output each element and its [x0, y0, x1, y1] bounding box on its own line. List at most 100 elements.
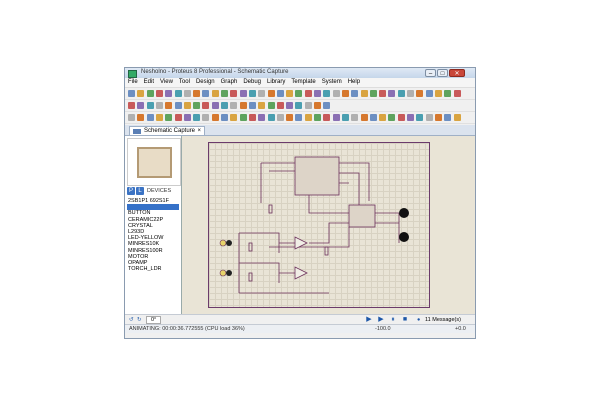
toolbar-tool-icon[interactable]	[286, 114, 294, 121]
toolbar-tool-icon[interactable]	[453, 90, 461, 97]
minimize-button[interactable]: –	[425, 69, 436, 77]
toolbar-tool-icon[interactable]	[155, 114, 163, 121]
maximize-button[interactable]: □	[437, 69, 448, 77]
toolbar-tool-icon[interactable]	[369, 90, 377, 97]
toolbar-tool-icon[interactable]	[165, 114, 173, 121]
toolbar-tool-icon[interactable]	[397, 114, 405, 121]
toolbar-tool-icon[interactable]	[221, 90, 228, 97]
device-list-item[interactable]: TORCH_LDR	[127, 266, 179, 272]
toolbar-tool-icon[interactable]	[183, 90, 191, 97]
toolbar-tool-icon[interactable]	[155, 90, 163, 97]
schematic-canvas[interactable]	[182, 136, 475, 314]
toolbar-tool-icon[interactable]	[155, 102, 163, 109]
toolbar-tool-icon[interactable]	[314, 90, 321, 97]
toolbar-tool-icon[interactable]	[286, 102, 294, 109]
toolbar-tool-icon[interactable]	[304, 102, 312, 109]
pick-devices-button[interactable]: P	[127, 187, 135, 195]
toolbar-tool-icon[interactable]	[323, 90, 331, 97]
rotate-cw-icon[interactable]: ↻	[137, 317, 142, 323]
toolbar-tool-icon[interactable]	[221, 102, 228, 109]
toolbar-tool-icon[interactable]	[202, 102, 210, 109]
toolbar-tool-icon[interactable]	[183, 102, 191, 109]
toolbar-tool-icon[interactable]	[128, 90, 135, 97]
toolbar-tool-icon[interactable]	[341, 90, 349, 97]
overview-preview[interactable]	[127, 138, 181, 186]
toolbar-tool-icon[interactable]	[286, 90, 294, 97]
toolbar-tool-icon[interactable]	[174, 102, 182, 109]
toolbar-tool-icon[interactable]	[295, 114, 303, 121]
toolbar-tool-icon[interactable]	[165, 90, 173, 97]
toolbar-tool-icon[interactable]	[183, 114, 191, 121]
toolbar-tool-icon[interactable]	[416, 90, 424, 97]
toolbar-tool-icon[interactable]	[193, 102, 201, 109]
toolbar-tool-icon[interactable]	[323, 114, 331, 121]
rotation-input[interactable]: 0°	[146, 316, 162, 324]
toolbar-tool-icon[interactable]	[202, 90, 210, 97]
toolbar-tool-icon[interactable]	[211, 114, 219, 121]
toolbar-tool-icon[interactable]	[230, 90, 238, 97]
toolbar-tool-icon[interactable]	[276, 102, 284, 109]
toolbar-tool-icon[interactable]	[239, 102, 247, 109]
toolbar-tool-icon[interactable]	[295, 102, 303, 109]
toolbar-tool-icon[interactable]	[444, 90, 452, 97]
toolbar-tool-icon[interactable]	[239, 114, 247, 121]
toolbar-tool-icon[interactable]	[267, 90, 275, 97]
toolbar-tool-icon[interactable]	[341, 114, 349, 121]
toolbar-tool-icon[interactable]	[239, 90, 247, 97]
toolbar-tool-icon[interactable]	[267, 114, 275, 121]
menu-debug[interactable]: Debug	[240, 78, 264, 87]
menu-edit[interactable]: Edit	[141, 78, 157, 87]
menu-view[interactable]: View	[157, 78, 176, 87]
toolbar-tool-icon[interactable]	[248, 114, 256, 121]
toolbar-tool-icon[interactable]	[211, 102, 219, 109]
toolbar-tool-icon[interactable]	[258, 90, 266, 97]
toolbar-tool-icon[interactable]	[351, 90, 359, 97]
sim-pause-button[interactable]: ⏸	[389, 316, 397, 324]
toolbar-tool-icon[interactable]	[407, 114, 414, 121]
sim-play-button[interactable]: ▶	[365, 316, 373, 324]
menu-graph[interactable]: Graph	[218, 78, 241, 87]
toolbar-tool-icon[interactable]	[146, 102, 154, 109]
toolbar-tool-icon[interactable]	[174, 90, 182, 97]
toolbar-tool-icon[interactable]	[360, 114, 368, 121]
toolbar-tool-icon[interactable]	[314, 114, 321, 121]
toolbar-tool-icon[interactable]	[146, 90, 154, 97]
toolbar-tool-icon[interactable]	[258, 102, 266, 109]
tab-close-icon[interactable]: ×	[197, 128, 201, 134]
toolbar-tool-icon[interactable]	[407, 90, 414, 97]
toolbar-tool-icon[interactable]	[193, 114, 201, 121]
toolbar-tool-icon[interactable]	[434, 114, 442, 121]
toolbar-tool-icon[interactable]	[276, 90, 284, 97]
toolbar-tool-icon[interactable]	[351, 114, 359, 121]
toolbar-tool-icon[interactable]	[258, 114, 266, 121]
toolbar-tool-icon[interactable]	[193, 90, 201, 97]
toolbar-tool-icon[interactable]	[444, 114, 452, 121]
toolbar-tool-icon[interactable]	[388, 90, 396, 97]
toolbar-tool-icon[interactable]	[230, 114, 238, 121]
sim-step-button[interactable]: ▶	[377, 316, 385, 324]
menu-template[interactable]: Template	[288, 78, 318, 87]
toolbar-tool-icon[interactable]	[332, 90, 340, 97]
sim-stop-button[interactable]: ■	[401, 316, 409, 324]
toolbar-tool-icon[interactable]	[304, 114, 312, 121]
toolbar-tool-icon[interactable]	[165, 102, 173, 109]
messages-count[interactable]: 11 Message(s)	[425, 317, 461, 323]
toolbar-tool-icon[interactable]	[248, 102, 256, 109]
menu-library[interactable]: Library	[264, 78, 288, 87]
tab-schematic-capture[interactable]: Schematic Capture ×	[129, 126, 205, 135]
close-button[interactable]: ✕	[449, 69, 465, 77]
toolbar-tool-icon[interactable]	[230, 102, 238, 109]
toolbar-tool-icon[interactable]	[397, 90, 405, 97]
toolbar-tool-icon[interactable]	[211, 90, 219, 97]
toolbar-tool-icon[interactable]	[267, 102, 275, 109]
toolbar-tool-icon[interactable]	[202, 114, 210, 121]
info-icon[interactable]: ●	[417, 317, 420, 323]
toolbar-tool-icon[interactable]	[137, 90, 145, 97]
toolbar-tool-icon[interactable]	[314, 102, 321, 109]
toolbar-tool-icon[interactable]	[425, 90, 433, 97]
toolbar-tool-icon[interactable]	[295, 90, 303, 97]
toolbar-tool-icon[interactable]	[128, 114, 135, 121]
library-manager-button[interactable]: L	[136, 187, 144, 195]
toolbar-tool-icon[interactable]	[174, 114, 182, 121]
toolbar-tool-icon[interactable]	[379, 90, 387, 97]
